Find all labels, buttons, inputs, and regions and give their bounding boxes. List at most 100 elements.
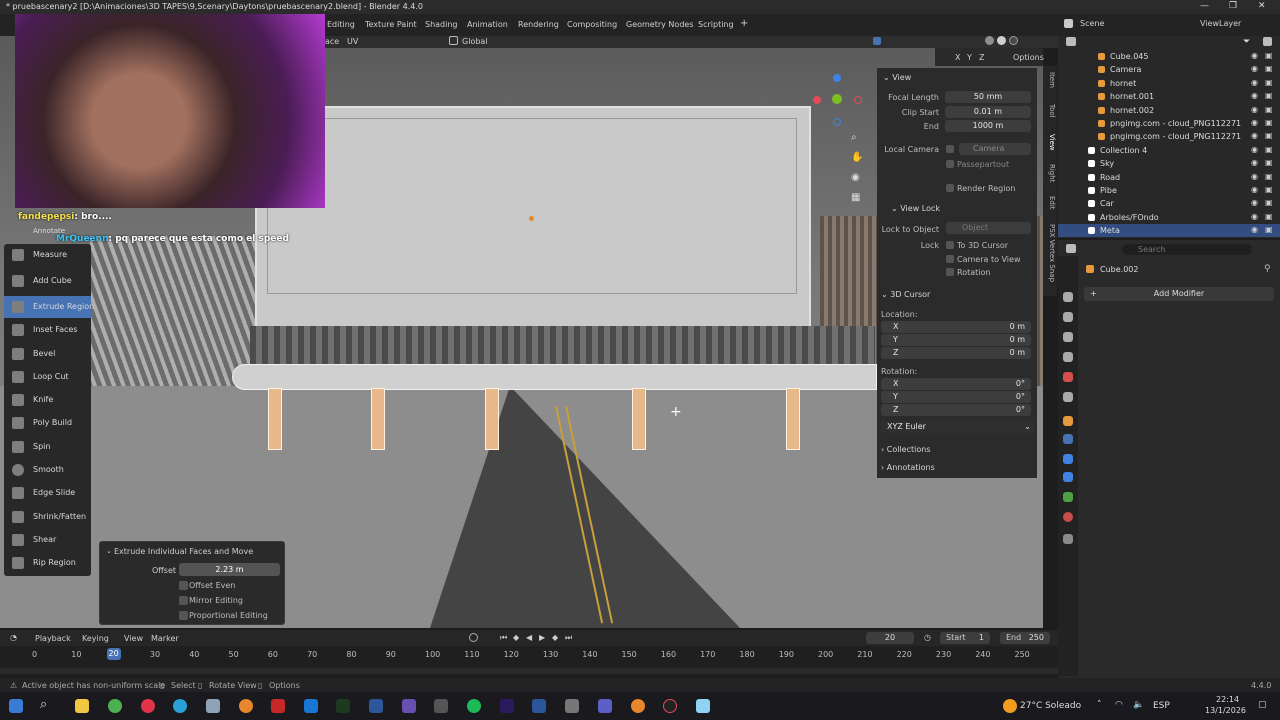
- mirror-y-label[interactable]: Y: [967, 53, 972, 62]
- render-camera-icon[interactable]: ▣: [1265, 78, 1273, 87]
- visibility-eye-icon[interactable]: ◉: [1251, 105, 1258, 114]
- cursor-rot-z-field[interactable]: Z 0°: [881, 404, 1031, 416]
- jump-start-icon[interactable]: ⏮: [500, 633, 507, 643]
- keying-menu[interactable]: Keying: [82, 634, 109, 643]
- mirror-editing-checkbox[interactable]: Mirror Editing: [179, 595, 279, 607]
- rotation-mode-dropdown[interactable]: XYZ Euler ⌄: [881, 421, 1035, 433]
- render-camera-icon[interactable]: ▣: [1265, 212, 1273, 221]
- visibility-eye-icon[interactable]: ◉: [1251, 212, 1258, 221]
- tab-item[interactable]: Item: [1044, 72, 1056, 88]
- visibility-eye-icon[interactable]: ◉: [1251, 225, 1258, 234]
- overlay-toggle-icon[interactable]: [873, 37, 881, 45]
- tab-rendering[interactable]: Rendering: [518, 20, 559, 29]
- gizmo-y-axis-icon[interactable]: [832, 94, 842, 104]
- outliner-item[interactable]: Sky ◉ ▣: [1058, 157, 1280, 170]
- tool-shrink-fatten[interactable]: Shrink/Fatten: [4, 506, 91, 528]
- tool-extrude-region[interactable]: Extrude Region: [4, 296, 94, 318]
- outliner-item[interactable]: Car ◉ ▣: [1058, 197, 1280, 210]
- minimize-button[interactable]: —: [1200, 1, 1209, 11]
- visibility-eye-icon[interactable]: ◉: [1251, 78, 1258, 87]
- pycharm-icon[interactable]: [336, 699, 350, 713]
- timeline-ruler[interactable]: 0 10 20 30 40 50 60 70 80 90 100 110 120 130 140 150 160…: [0, 646, 1058, 676]
- visibility-eye-icon[interactable]: ◉: [1251, 145, 1258, 154]
- local-camera-checkbox[interactable]: [946, 145, 954, 153]
- visibility-eye-icon[interactable]: ◉: [1251, 131, 1258, 140]
- blender-icon[interactable]: [239, 699, 253, 713]
- options-dropdown[interactable]: Options: [1013, 53, 1044, 62]
- outliner-item[interactable]: hornet ◉ ▣: [1058, 77, 1280, 90]
- discord-icon[interactable]: [598, 699, 612, 713]
- clip-start-field[interactable]: 0.01 m: [945, 106, 1031, 118]
- tab-edit[interactable]: Edit: [1044, 196, 1056, 210]
- tool-rip-region[interactable]: Rip Region: [4, 552, 91, 574]
- view-layer-props-tab-icon[interactable]: [1063, 352, 1073, 362]
- uv-menu[interactable]: UV: [347, 37, 358, 46]
- outliner-item[interactable]: Arboles/FOndo ◉ ▣: [1058, 211, 1280, 224]
- render-props-tab-icon[interactable]: [1063, 312, 1073, 322]
- particles-props-tab-icon[interactable]: [1063, 454, 1073, 464]
- cursor-loc-y-field[interactable]: Y0 m: [881, 334, 1031, 346]
- vegas-icon[interactable]: [369, 699, 383, 713]
- mirror-z-label[interactable]: Z: [979, 53, 984, 62]
- prev-keyframe-icon[interactable]: ◆: [513, 633, 519, 642]
- view-lock-section-header[interactable]: ⌄ View Lock: [891, 204, 940, 213]
- tray-chevron-icon[interactable]: ˄: [1097, 700, 1102, 710]
- next-keyframe-icon[interactable]: ◆: [552, 633, 558, 642]
- output-props-tab-icon[interactable]: [1063, 332, 1073, 342]
- tool-poly-build[interactable]: Poly Build: [4, 412, 91, 434]
- lock-rotation-checkbox[interactable]: [946, 268, 954, 276]
- proportional-editing-checkbox[interactable]: Proportional Editing: [179, 610, 279, 622]
- tab-psx-vertex-snap[interactable]: PSX Vertex Snap: [1044, 224, 1056, 282]
- playback-menu[interactable]: Playback: [35, 634, 71, 643]
- file-explorer-icon[interactable]: [75, 699, 89, 713]
- tool-measure[interactable]: Measure: [4, 244, 91, 266]
- end-frame-field[interactable]: End 250: [1000, 632, 1050, 644]
- offset-even-checkbox[interactable]: Offset Even: [179, 580, 279, 592]
- outliner-item[interactable]: Collection 4 ◉ ▣: [1058, 144, 1280, 157]
- world-props-tab-icon[interactable]: [1063, 392, 1073, 402]
- render-camera-icon[interactable]: ▣: [1265, 145, 1273, 154]
- language-indicator[interactable]: ESP: [1153, 701, 1170, 711]
- opera-icon[interactable]: [141, 699, 155, 713]
- close-button[interactable]: ✕: [1258, 1, 1266, 11]
- wifi-icon[interactable]: ◠: [1115, 700, 1123, 710]
- settings-gear-icon[interactable]: [565, 699, 579, 713]
- offset-field[interactable]: 2.23 m: [179, 563, 280, 576]
- app-purple-icon[interactable]: [402, 699, 416, 713]
- tool-knife[interactable]: Knife: [4, 389, 91, 411]
- clock-date[interactable]: 13/1/2026: [1205, 706, 1246, 715]
- solid-shading-icon[interactable]: [985, 36, 994, 45]
- physics-props-tab-icon[interactable]: [1063, 472, 1073, 482]
- playhead[interactable]: 20: [106, 648, 121, 660]
- gizmo-neg-x-icon[interactable]: [854, 96, 862, 104]
- render-camera-icon[interactable]: ▣: [1265, 91, 1273, 100]
- render-region-checkbox[interactable]: [946, 184, 954, 192]
- tool-loop-cut[interactable]: Loop Cut: [4, 366, 91, 388]
- visibility-eye-icon[interactable]: ◉: [1251, 172, 1258, 181]
- render-camera-icon[interactable]: ▣: [1265, 105, 1273, 114]
- add-workspace-button[interactable]: +: [740, 18, 748, 29]
- cursor-rot-x-field[interactable]: X 0°: [881, 378, 1031, 390]
- clip-end-field[interactable]: 1000 m: [945, 120, 1031, 132]
- outliner-item[interactable]: Cube.045 ◉ ▣: [1058, 50, 1280, 63]
- orientation-dropdown[interactable]: Global: [462, 37, 488, 46]
- start-frame-field[interactable]: Start 1: [940, 632, 990, 644]
- visibility-eye-icon[interactable]: ◉: [1251, 51, 1258, 60]
- outliner-item[interactable]: Meta ◉ ▣: [1058, 224, 1280, 238]
- visibility-eye-icon[interactable]: ◉: [1251, 91, 1258, 100]
- tool-inset-faces[interactable]: Inset Faces: [4, 319, 91, 341]
- selected-pillar-face[interactable]: [371, 388, 385, 450]
- zoom-icon[interactable]: ⌕: [851, 132, 857, 143]
- lock-to-object-field[interactable]: Object: [946, 222, 1031, 234]
- tab-animation[interactable]: Animation: [467, 20, 508, 29]
- search-icon[interactable]: ⌕: [40, 697, 47, 712]
- outliner-item[interactable]: Pibe ◉ ▣: [1058, 184, 1280, 197]
- cursor-rot-y-field[interactable]: Y 0°: [881, 391, 1031, 403]
- rendered-shading-icon[interactable]: [1009, 36, 1018, 45]
- blender-active-icon[interactable]: [631, 699, 645, 713]
- material-shading-icon[interactable]: [997, 36, 1006, 45]
- word-icon[interactable]: [532, 699, 546, 713]
- cursor-loc-z-field[interactable]: Z0 m: [881, 347, 1031, 359]
- view-section-header[interactable]: ⌄ View: [883, 73, 911, 82]
- outliner-editor-icon[interactable]: [1066, 37, 1076, 46]
